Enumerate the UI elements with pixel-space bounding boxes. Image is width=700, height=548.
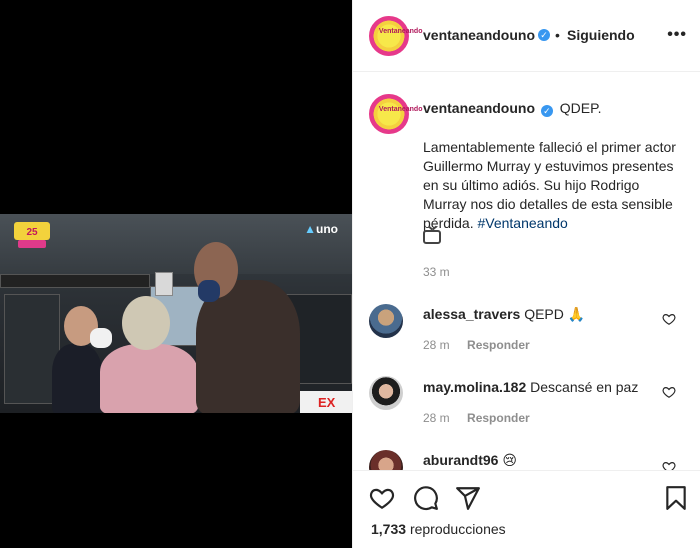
comment-text: QEPD (524, 306, 564, 322)
views-number: 1,733 (371, 521, 407, 537)
paper-plane-icon[interactable] (455, 485, 481, 511)
person-blonde-head (122, 296, 170, 350)
face-mask (90, 328, 112, 348)
reply-button[interactable]: Responder (467, 338, 530, 352)
avatar-label: Ventaneando (378, 28, 423, 36)
svg-text:25: 25 (26, 227, 38, 238)
comment-username[interactable]: may.molina.182 (423, 379, 526, 395)
person-suit (52, 344, 102, 413)
post-header: Ventaneando ventaneandouno ✓ • Siguiendo… (353, 0, 700, 72)
uno-channel-logo: ▲uno (304, 222, 338, 236)
views-label: reproducciones (409, 521, 506, 537)
post-panel: Ventaneando ventaneandouno ✓ • Siguiendo… (352, 0, 700, 548)
video-background-building (0, 214, 352, 274)
bookmark-icon[interactable] (663, 485, 689, 511)
avatar-label: Ventaneando (378, 106, 423, 114)
username[interactable]: ventaneandouno (423, 27, 535, 43)
storefront-sign: EX (300, 391, 352, 413)
person-pink-jacket (100, 344, 198, 413)
channel-anniversary-logo: 25 (14, 222, 50, 248)
caption-username[interactable]: ventaneandouno (423, 100, 535, 116)
dot-separator: • (555, 27, 560, 43)
face-mask-blue (198, 280, 220, 302)
comment-meta: 28 m Responder (423, 411, 530, 425)
caption-time[interactable]: 33 m (423, 265, 450, 279)
praying-hands-icon: 🙏 (567, 306, 586, 322)
television-icon (423, 230, 441, 244)
verified-badge-icon: ✓ (540, 105, 553, 117)
comment-row: aburandt96 😢 (423, 452, 517, 469)
heart-icon[interactable] (369, 485, 395, 511)
comment-icon[interactable] (413, 485, 439, 511)
caption-lead: QDEP. (559, 100, 602, 116)
comment-text: Descansé en paz (530, 379, 639, 395)
like-comment-icon[interactable] (662, 385, 676, 399)
profile-avatar[interactable]: Ventaneando (369, 16, 423, 56)
comment-row: may.molina.182 Descansé en paz (423, 379, 638, 395)
action-bar: 1,733 reproducciones (353, 470, 700, 548)
comment-username[interactable]: aburandt96 (423, 452, 498, 468)
comment-row: alessa_travers QEPD 🙏 (423, 306, 585, 323)
video-pane[interactable]: 25 ▲uno EX (0, 0, 352, 548)
commenter-avatar[interactable] (369, 450, 403, 470)
like-comment-icon[interactable] (662, 460, 676, 470)
video-awning (0, 274, 150, 288)
commenter-avatar[interactable] (369, 376, 403, 410)
reply-button[interactable]: Responder (467, 411, 530, 425)
more-options-icon[interactable]: ••• (667, 26, 687, 44)
verified-badge-icon: ✓ (538, 29, 550, 41)
like-comment-icon[interactable] (662, 312, 676, 326)
views-count: 1,733 reproducciones (371, 521, 506, 537)
comment-time[interactable]: 28 m (423, 411, 450, 425)
comment-username[interactable]: alessa_travers (423, 306, 520, 322)
comment-time[interactable]: 28 m (423, 338, 450, 352)
caption-avatar[interactable]: Ventaneando (369, 94, 423, 134)
caption-body: Lamentablemente falleció el primer actor… (423, 138, 683, 233)
no-smoking-sign (155, 272, 173, 296)
commenter-avatar[interactable] (369, 304, 403, 338)
comment-meta: 28 m Responder (423, 338, 530, 352)
comments-section[interactable]: Ventaneando ventaneandouno ✓ QDEP. Lamen… (353, 72, 700, 470)
hashtag-link[interactable]: #Ventaneando (477, 215, 567, 231)
caption-header: ventaneandouno ✓ QDEP. (423, 100, 602, 117)
following-button[interactable]: Siguiendo (567, 27, 635, 43)
crying-face-icon: 😢 (502, 452, 517, 468)
video-frame[interactable]: 25 ▲uno EX (0, 214, 352, 413)
